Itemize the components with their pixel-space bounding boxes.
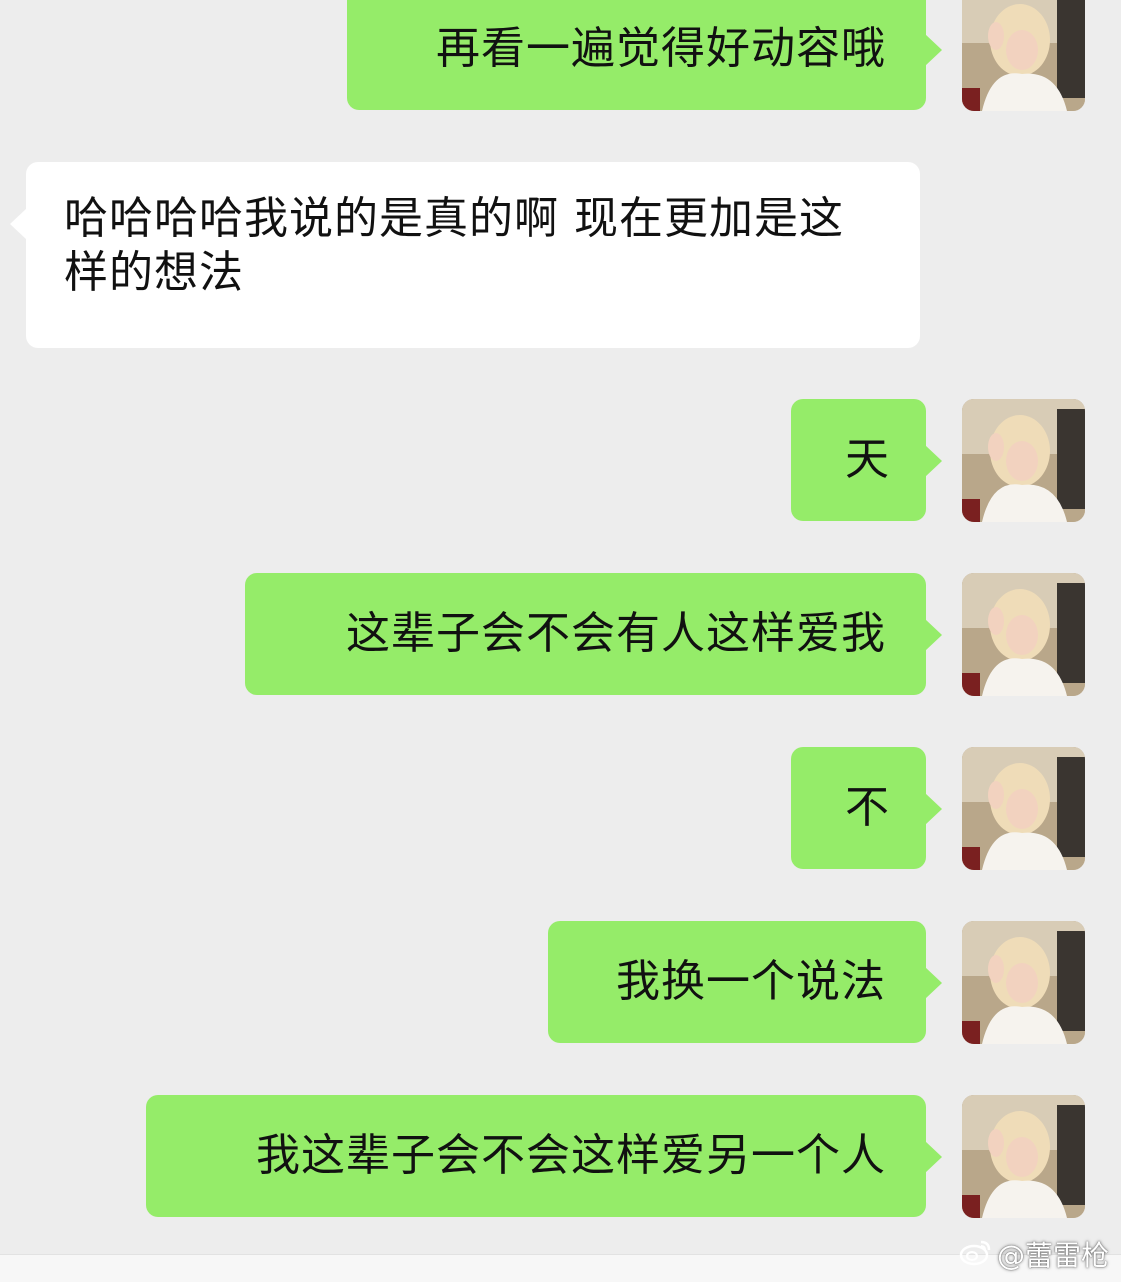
chat-window: 再看一遍觉得好动容哦 哈哈哈哈我说的是真的啊 现在更加是这样的想法 天 这辈子会… [0, 0, 1121, 1281]
message-text: 哈哈哈哈我说的是真的啊 现在更加是这样的想法 [64, 193, 844, 298]
user-avatar-image [962, 0, 1085, 111]
bottom-bar [0, 1254, 1121, 1282]
sent-message-bubble[interactable]: 这辈子会不会有人这样爱我 [245, 573, 942, 695]
user-avatar-image [962, 747, 1085, 870]
sent-message-bubble[interactable]: 我换一个说法 [548, 921, 942, 1043]
weibo-icon [959, 1236, 993, 1273]
sent-message-bubble[interactable]: 我这辈子会不会这样爱另一个人 [146, 1095, 942, 1217]
message-text: 再看一遍觉得好动容哦 [436, 23, 886, 74]
avatar[interactable] [962, 0, 1085, 111]
watermark: @蕾雷枪 [959, 1236, 1109, 1273]
user-avatar-image [962, 399, 1085, 522]
sent-message-bubble[interactable]: 再看一遍觉得好动容哦 [347, 0, 942, 110]
message-text: 我这辈子会不会这样爱另一个人 [256, 1130, 886, 1181]
user-avatar-image [962, 573, 1085, 696]
user-avatar-image [962, 1095, 1085, 1218]
avatar[interactable] [962, 921, 1085, 1044]
received-message-bubble[interactable]: 哈哈哈哈我说的是真的啊 现在更加是这样的想法 [10, 162, 920, 348]
message-text: 天 [845, 434, 890, 485]
message-text: 这辈子会不会有人这样爱我 [346, 608, 886, 659]
watermark-text: @蕾雷枪 [996, 1239, 1109, 1272]
message-text: 我换一个说法 [616, 956, 886, 1007]
avatar[interactable] [962, 399, 1085, 522]
sent-message-bubble[interactable]: 不 [791, 747, 942, 869]
avatar[interactable] [962, 1095, 1085, 1218]
sent-message-bubble[interactable]: 天 [791, 399, 942, 521]
avatar[interactable] [962, 573, 1085, 696]
avatar[interactable] [962, 747, 1085, 870]
message-text: 不 [845, 782, 890, 833]
user-avatar-image [962, 921, 1085, 1044]
